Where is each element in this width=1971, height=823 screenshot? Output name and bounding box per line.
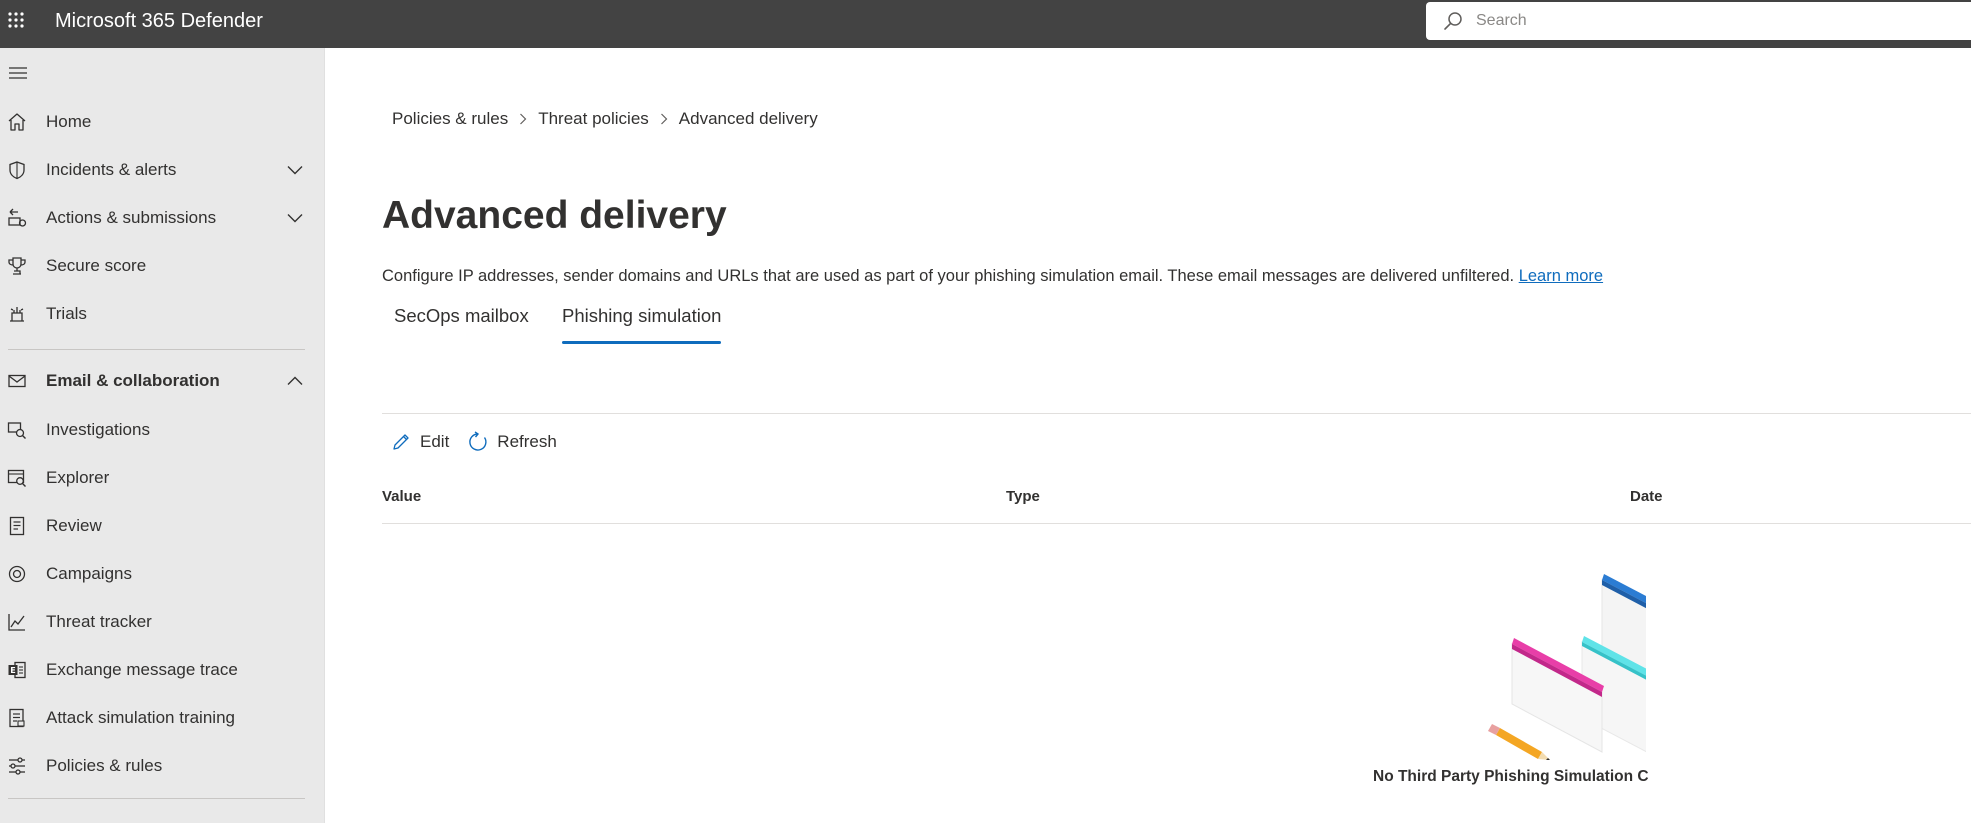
chevron-right-icon [649,113,679,125]
chevron-down-icon[interactable] [285,208,305,228]
table-header: Value Type Date [382,480,1971,524]
sidebar-divider [8,798,305,799]
refresh-button[interactable]: Refresh [467,426,557,458]
trophy-icon [6,255,28,277]
sidebar-item-label: Email & collaboration [46,371,220,390]
campaigns-icon [6,563,28,585]
shield-icon [6,159,28,181]
actions-icon [6,207,28,229]
simulation-icon [6,707,28,729]
command-bar: Edit Refresh [390,426,575,458]
active-tab-indicator [562,341,722,344]
tab-secops-mailbox[interactable]: SecOps mailbox [394,298,529,342]
breadcrumb: Policies & rules Threat policies Advance… [392,109,818,129]
sidebar-item-review[interactable]: Review [0,506,325,546]
sidebar-item-explorer[interactable]: Explorer [0,458,325,498]
chevron-up-icon[interactable] [285,371,305,391]
sidebar-item-exchange-message-trace[interactable]: E Exchange message trace [0,650,325,690]
sidebar-item-threat-tracker[interactable]: Threat tracker [0,602,325,642]
svg-text:E: E [10,666,15,675]
sidebar-item-email-collaboration[interactable]: Email & collaboration [0,361,325,401]
sidebar: Home Incidents & alerts Actions & submis… [0,48,325,823]
sidebar-item-label: Review [46,516,102,535]
sidebar-item-secure-score[interactable]: Secure score [0,246,325,286]
search-box[interactable] [1426,2,1971,40]
sidebar-divider [8,349,305,350]
breadcrumb-item-current: Advanced delivery [678,109,818,128]
sidebar-item-label: Incidents & alerts [46,160,177,179]
tab-phishing-simulation[interactable]: Phishing simulation [562,298,722,344]
sidebar-item-label: Investigations [46,420,150,439]
home-icon [6,111,28,133]
column-header-type[interactable]: Type [1006,488,1040,505]
tabs-divider [382,413,1971,414]
search-input[interactable] [1474,11,1954,31]
sidebar-item-incidents-alerts[interactable]: Incidents & alerts [0,150,325,190]
sidebar-item-label: Actions & submissions [46,208,217,227]
edit-button[interactable]: Edit [390,426,449,458]
refresh-button-label: Refresh [497,432,557,451]
sidebar-item-label: Secure score [46,256,147,275]
search-icon [1442,10,1464,32]
chart-line-icon [6,611,28,633]
top-bar: Microsoft 365 Defender [0,0,1971,48]
sidebar-item-investigations[interactable]: Investigations [0,410,325,450]
column-header-date[interactable]: Date [1630,488,1663,505]
app-launcher-icon[interactable] [0,0,32,40]
sidebar-item-label: Explorer [46,468,110,487]
edit-button-label: Edit [420,432,450,451]
sliders-icon [6,755,28,777]
sidebar-item-label: Attack simulation training [46,708,235,727]
app-title[interactable]: Microsoft 365 Defender [55,9,263,33]
sidebar-item-policies-rules[interactable]: Policies & rules [0,746,325,786]
chevron-right-icon [508,113,538,125]
exchange-icon: E [6,659,28,681]
review-icon [6,515,28,537]
pencil-icon [390,431,412,453]
page-description: Configure IP addresses, sender domains a… [382,267,1603,286]
breadcrumb-item-policies-rules[interactable]: Policies & rules [392,109,508,129]
sidebar-item-attack-simulation-training[interactable]: Attack simulation training [0,698,325,738]
breadcrumb-item-threat-policies[interactable]: Threat policies [538,109,649,129]
tab-label: Phishing simulation [562,305,722,326]
column-header-value[interactable]: Value [382,488,421,505]
sidebar-item-actions-submissions[interactable]: Actions & submissions [0,198,325,238]
sidebar-item-label: Exchange message trace [46,660,238,679]
sidebar-item-label: Policies & rules [46,756,163,775]
sidebar-item-campaigns[interactable]: Campaigns [0,554,325,594]
sidebar-item-label: Trials [46,304,87,323]
sidebar-item-label: Threat tracker [46,612,152,631]
mail-icon [6,370,28,392]
trials-icon [6,303,28,325]
chevron-down-icon[interactable] [285,160,305,180]
sidebar-item-label: Home [46,112,92,131]
description-text: Configure IP addresses, sender domains a… [382,267,1515,285]
main-content: Policies & rules Threat policies Advance… [325,48,1971,823]
investigations-icon [6,419,28,441]
hamburger-icon[interactable] [6,61,30,85]
refresh-icon [467,431,489,453]
tab-label: SecOps mailbox [394,305,529,326]
page-title: Advanced delivery [382,194,727,237]
learn-more-link[interactable]: Learn more [1519,267,1603,285]
sidebar-item-home[interactable]: Home [0,102,325,142]
sidebar-item-label: Campaigns [46,564,132,583]
sidebar-item-trials[interactable]: Trials [0,294,325,334]
explorer-icon [6,467,28,489]
